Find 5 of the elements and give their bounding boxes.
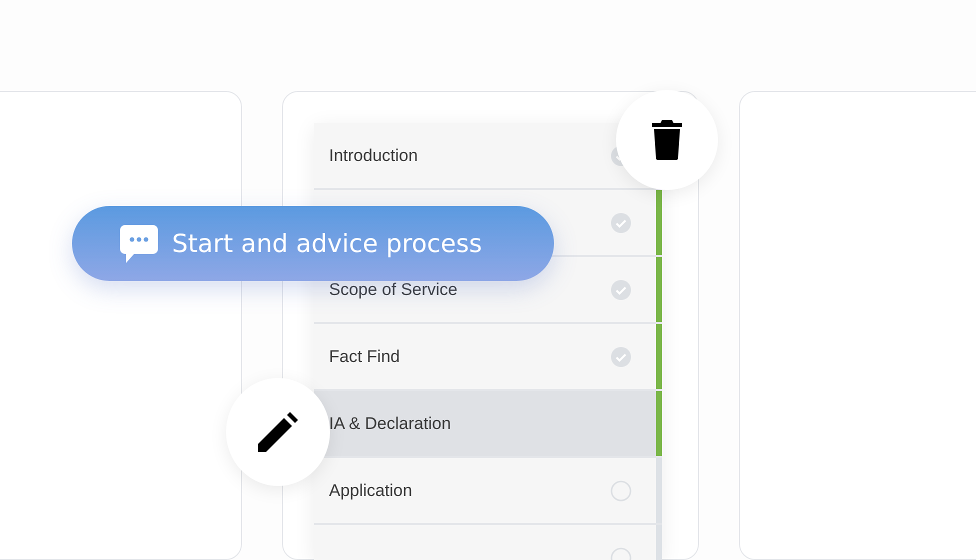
step-label: IA & Declaration [329,414,451,434]
step-label: Fact Find [329,346,400,366]
step-label: Scope of Service [329,280,458,300]
step-label: Application [329,480,412,500]
step-label: Introduction [329,146,418,166]
